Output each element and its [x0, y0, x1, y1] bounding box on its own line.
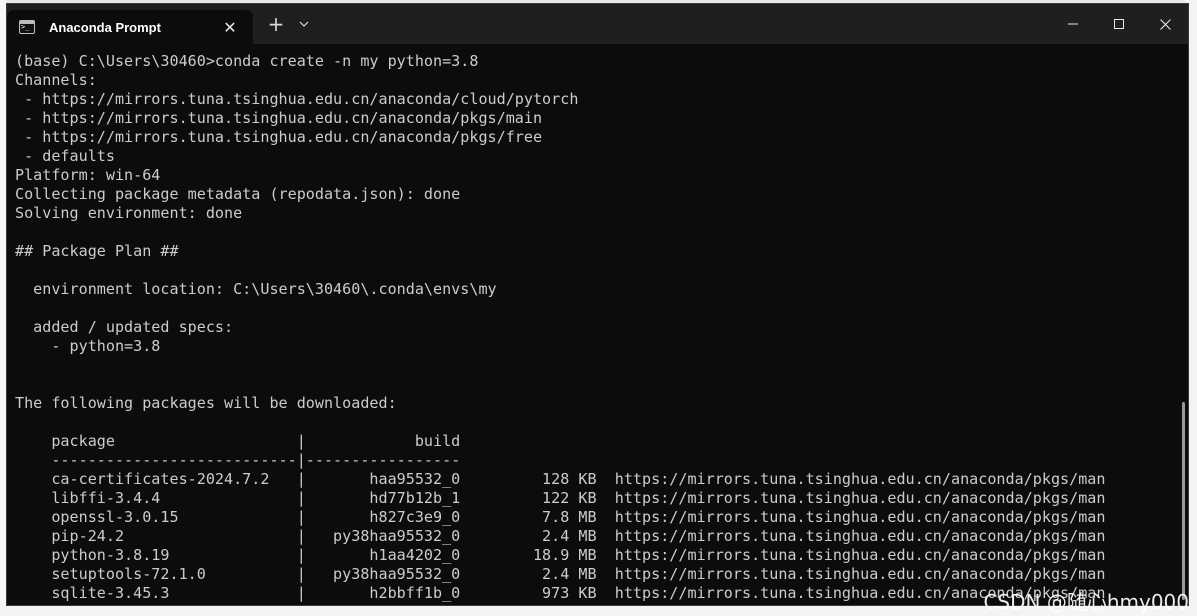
- terminal-line: - https://mirrors.tuna.tsinghua.edu.cn/a…: [15, 90, 579, 108]
- terminal-line: Channels:: [15, 71, 97, 89]
- terminal-line: added / updated specs:: [15, 318, 234, 336]
- terminal-line: - python=3.8: [15, 337, 161, 355]
- terminal-line: The following packages will be downloade…: [15, 394, 397, 412]
- terminal-line: (base) C:\Users\30460>conda create -n my…: [15, 52, 479, 70]
- title-bar[interactable]: Anaconda Prompt ✕ +: [7, 4, 1188, 44]
- terminal-icon: [19, 20, 35, 34]
- terminal-line: python-3.8.19 | h1aa4202_0 18.9 MB https…: [15, 546, 1106, 564]
- terminal-output[interactable]: (base) C:\Users\30460>conda create -n my…: [7, 44, 1188, 605]
- chevron-down-icon[interactable]: [291, 4, 317, 44]
- terminal-line: ca-certificates-2024.7.2 | haa95532_0 12…: [15, 470, 1106, 488]
- terminal-line: pip-24.2 | py38haa95532_0 2.4 MB https:/…: [15, 527, 1106, 545]
- terminal-line: - https://mirrors.tuna.tsinghua.edu.cn/a…: [15, 128, 543, 146]
- terminal-line: ---------------------------|------------…: [15, 451, 461, 469]
- tab-title: Anaconda Prompt: [49, 19, 161, 35]
- terminal-scrollbar[interactable]: [1182, 402, 1185, 600]
- terminal-line: Solving environment: done: [15, 204, 243, 222]
- terminal-line: libffi-3.4.4 | hd77b12b_1 122 KB https:/…: [15, 489, 1106, 507]
- minimize-icon[interactable]: [1050, 4, 1096, 44]
- terminal-line: - defaults: [15, 147, 115, 165]
- close-icon[interactable]: [1142, 4, 1188, 44]
- terminal-line: openssl-3.0.15 | h827c3e9_0 7.8 MB https…: [15, 508, 1106, 526]
- terminal-line: package | build: [15, 432, 461, 450]
- new-tab-button[interactable]: +: [261, 4, 291, 44]
- terminal-line: - https://mirrors.tuna.tsinghua.edu.cn/a…: [15, 109, 543, 127]
- terminal-line: environment location: C:\Users\30460\.co…: [15, 280, 497, 298]
- title-drag-area[interactable]: [317, 4, 1050, 44]
- terminal-line: Collecting package metadata (repodata.js…: [15, 185, 461, 203]
- terminal-line: ## Package Plan ##: [15, 242, 179, 260]
- maximize-icon[interactable]: [1096, 4, 1142, 44]
- terminal-line: Platform: win-64: [15, 166, 161, 184]
- tab-anaconda-prompt[interactable]: Anaconda Prompt ✕: [7, 10, 253, 44]
- terminal-line: setuptools-72.1.0 | py38haa95532_0 2.4 M…: [15, 565, 1106, 583]
- terminal-window: Anaconda Prompt ✕ + (base) C:\Users\3046…: [6, 3, 1189, 606]
- tab-close-icon[interactable]: ✕: [217, 14, 243, 40]
- watermark: CSDN @随心hmy000: [983, 590, 1189, 614]
